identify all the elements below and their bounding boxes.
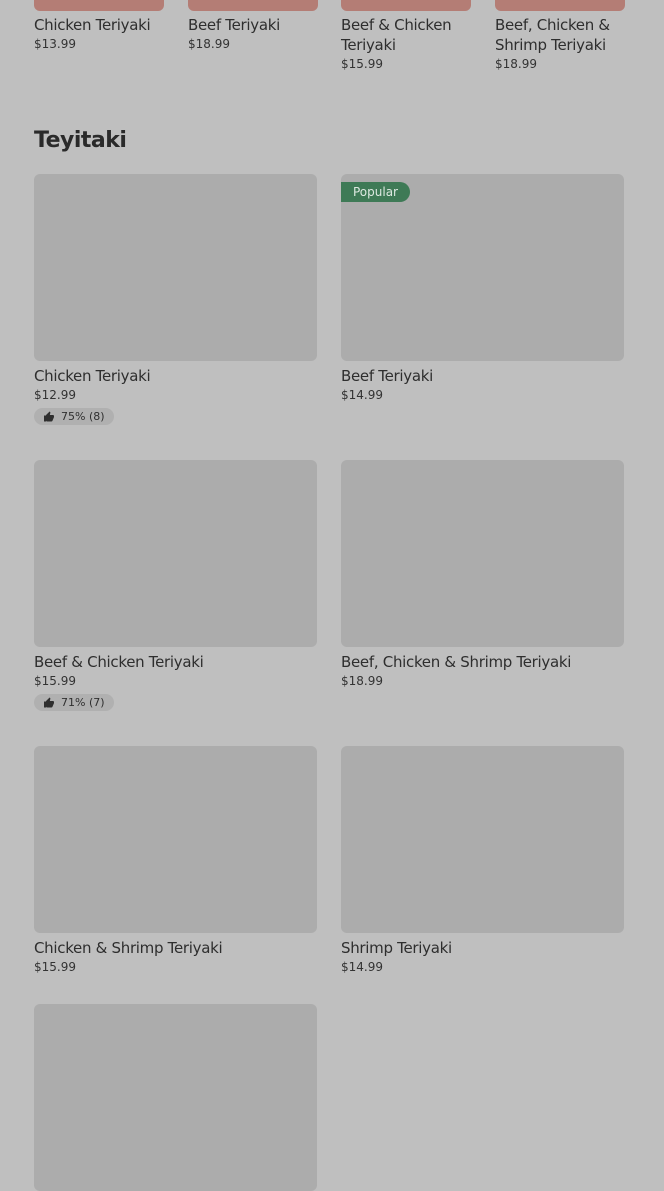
menu-item-card[interactable]: Chicken & Shrimp Teriyaki $15.99: [34, 746, 317, 974]
menu-item-image[interactable]: [341, 746, 624, 933]
top-item-image[interactable]: [188, 0, 318, 11]
menu-item-price: $14.99: [341, 388, 383, 402]
menu-item-card[interactable]: Beef & Chicken Teriyaki $15.99 71% (7): [34, 460, 317, 713]
menu-item-name: Chicken Teriyaki: [34, 367, 151, 385]
rating-badge: 71% (7): [34, 694, 114, 711]
menu-item-image[interactable]: [34, 460, 317, 647]
top-item-price: $15.99: [341, 57, 383, 71]
top-item-name: Beef Teriyaki: [188, 16, 280, 34]
rating-badge: 75% (8): [34, 408, 114, 425]
menu-item-card[interactable]: Beef, Chicken & Shrimp Teriyaki $18.99: [341, 460, 624, 688]
top-item-price: $13.99: [34, 37, 76, 51]
thumbs-up-icon: [44, 411, 54, 421]
top-item-chicken-teriyaki[interactable]: Chicken Teriyaki $13.99: [34, 0, 164, 51]
top-carousel: Chicken Teriyaki $13.99 Beef Teriyaki $1…: [34, 0, 630, 90]
menu-item-price: $15.99: [34, 960, 76, 974]
menu-item-card[interactable]: Shrimp Teriyaki $14.99: [341, 746, 624, 974]
rating-text: 71% (7): [61, 696, 105, 709]
menu-item-name: Shrimp Teriyaki: [341, 939, 452, 957]
top-item-image[interactable]: [34, 0, 164, 11]
menu-item-image[interactable]: Popular: [341, 174, 624, 361]
top-item-beef-chicken-shrimp-teriyaki[interactable]: Beef, Chicken & Shrimp Teriyaki $18.99: [495, 0, 625, 71]
top-item-image[interactable]: [341, 0, 471, 11]
menu-item-image[interactable]: [34, 746, 317, 933]
menu-item-name: Beef & Chicken Teriyaki: [34, 653, 204, 671]
menu-item-card[interactable]: Popular Beef Teriyaki $14.99: [341, 174, 624, 402]
top-item-beef-chicken-teriyaki[interactable]: Beef & Chicken Teriyaki $15.99: [341, 0, 471, 71]
top-item-name: Beef & Chicken Teriyaki: [341, 16, 452, 54]
menu-item-card[interactable]: Chicken Teriyaki $12.99 75% (8): [34, 174, 317, 427]
top-item-beef-teriyaki[interactable]: Beef Teriyaki $18.99: [188, 0, 318, 51]
menu-item-price: $18.99: [341, 674, 383, 688]
top-item-name: Chicken Teriyaki: [34, 16, 151, 34]
top-item-name: Beef, Chicken & Shrimp Teriyaki: [495, 16, 610, 54]
menu-item-name: Chicken & Shrimp Teriyaki: [34, 939, 223, 957]
menu-item-price: $14.99: [341, 960, 383, 974]
thumbs-up-icon: [44, 697, 54, 707]
rating-text: 75% (8): [61, 410, 105, 423]
section-title: Teyitaki: [34, 128, 127, 153]
menu-item-image[interactable]: [34, 1004, 317, 1191]
menu-item-card[interactable]: [34, 1004, 317, 1191]
menu-item-price: $15.99: [34, 674, 76, 688]
top-item-price: $18.99: [188, 37, 230, 51]
menu-item-image[interactable]: [341, 460, 624, 647]
top-item-image[interactable]: [495, 0, 625, 11]
popular-badge: Popular: [341, 182, 410, 202]
menu-item-price: $12.99: [34, 388, 76, 402]
menu-item-name: Beef Teriyaki: [341, 367, 433, 385]
top-item-price: $18.99: [495, 57, 537, 71]
menu-item-image[interactable]: [34, 174, 317, 361]
menu-item-name: Beef, Chicken & Shrimp Teriyaki: [341, 653, 572, 671]
